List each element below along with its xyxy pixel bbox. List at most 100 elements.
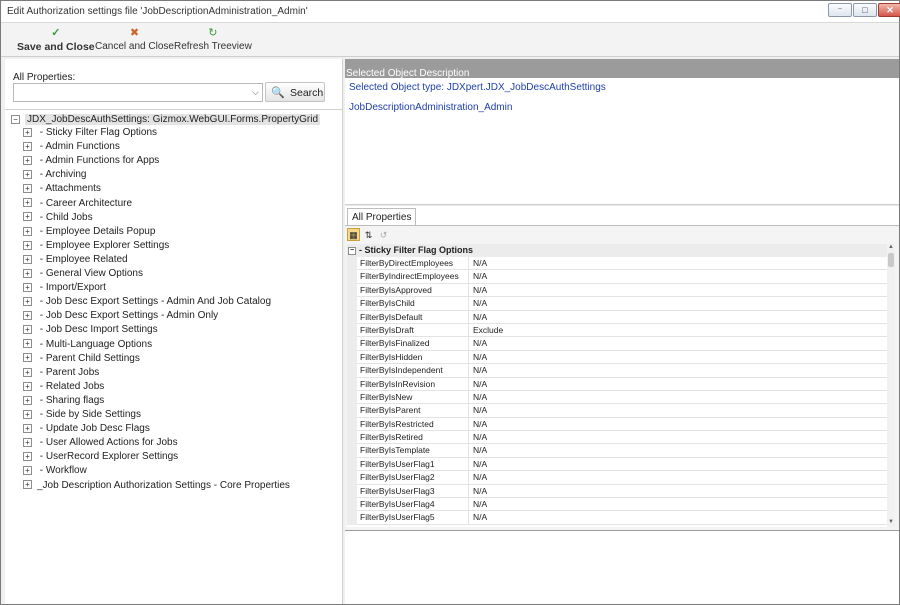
property-row[interactable]: FilterByIsUserFlag5 N/A <box>347 511 887 525</box>
tree-item[interactable]: + - Sharing flags <box>23 395 104 408</box>
expand-icon[interactable]: + <box>23 170 32 180</box>
all-properties-combo[interactable]: ⌵ <box>13 83 263 102</box>
property-row[interactable]: FilterByIsRetired N/A <box>347 431 887 445</box>
expand-icon[interactable]: + <box>23 226 32 236</box>
property-row[interactable]: FilterByIsFinalized N/A <box>347 337 887 351</box>
tree-item[interactable]: + - Career Architecture <box>23 198 132 211</box>
tab-all-properties[interactable]: All Properties <box>347 208 417 226</box>
property-value[interactable]: N/A <box>469 337 887 351</box>
property-value[interactable]: N/A <box>469 444 887 458</box>
tree-item[interactable]: + - Multi-Language Options <box>23 339 152 352</box>
property-row[interactable]: FilterByIsDefault N/A <box>347 310 887 324</box>
property-value[interactable]: N/A <box>469 257 887 271</box>
property-value[interactable]: Exclude <box>469 324 887 338</box>
expand-icon[interactable]: + <box>23 311 32 321</box>
property-row[interactable]: FilterByIsIndependent N/A <box>347 364 887 378</box>
close-button[interactable]: ✕ <box>878 3 900 17</box>
property-value[interactable]: N/A <box>469 364 887 378</box>
property-value[interactable]: N/A <box>469 378 887 391</box>
tree-item[interactable]: + - Job Desc Export Settings - Admin Onl… <box>23 310 218 323</box>
collapse-icon[interactable]: − <box>11 114 20 124</box>
property-value[interactable]: N/A <box>469 351 887 365</box>
tree-item[interactable]: + - Admin Functions <box>23 141 120 154</box>
cancel-and-close-button[interactable]: ✖ Cancel and Close <box>95 27 174 52</box>
property-value[interactable]: N/A <box>469 311 887 324</box>
property-value[interactable]: N/A <box>469 418 887 432</box>
scroll-thumb[interactable] <box>888 253 894 267</box>
expand-icon[interactable]: + <box>23 381 32 391</box>
tree-item[interactable]: + - Attachments <box>23 183 101 196</box>
property-row[interactable]: FilterByIsInRevision N/A <box>347 377 887 391</box>
property-row[interactable]: FilterByIsHidden N/A <box>347 350 887 365</box>
property-row[interactable]: FilterByIsRestricted N/A <box>347 417 887 432</box>
expand-icon[interactable]: + <box>23 141 32 151</box>
tree-item[interactable]: + - Parent Jobs <box>23 367 99 380</box>
expand-icon[interactable]: + <box>23 452 32 462</box>
expand-icon[interactable]: + <box>23 395 32 405</box>
expand-icon[interactable]: + <box>23 254 32 264</box>
expand-icon[interactable]: + <box>23 353 32 363</box>
tree-item[interactable]: + - Update Job Desc Flags <box>23 423 150 436</box>
tree-item[interactable]: + - UserRecord Explorer Settings <box>23 451 178 464</box>
tree-item[interactable]: + - General View Options <box>23 268 143 281</box>
category-row[interactable]: − - Sticky Filter Flag Options <box>347 244 887 257</box>
property-value[interactable]: N/A <box>469 511 887 525</box>
tree-item[interactable]: + _Job Description Authorization Settings… <box>23 480 290 493</box>
expand-icon[interactable]: + <box>23 297 32 307</box>
property-value[interactable]: N/A <box>469 458 887 472</box>
tree-item[interactable]: + - Admin Functions for Apps <box>23 155 159 168</box>
minimize-button[interactable]: ⁻ <box>828 3 852 17</box>
expand-icon[interactable]: + <box>23 423 32 433</box>
property-value[interactable]: N/A <box>469 270 887 284</box>
chevron-down-icon[interactable]: ⌵ <box>252 87 259 98</box>
expand-icon[interactable]: + <box>23 127 32 137</box>
scroll-up-icon[interactable]: ▲ <box>887 244 895 252</box>
property-row[interactable]: FilterByIsUserFlag2 N/A <box>347 471 887 485</box>
tree-item[interactable]: + - Job Desc Import Settings <box>23 324 158 337</box>
collapse-icon[interactable]: − <box>348 246 356 255</box>
expand-icon[interactable]: + <box>23 466 32 476</box>
refresh-treeview-button[interactable]: ↻ Refresh Treeview <box>174 27 252 52</box>
property-value[interactable]: N/A <box>469 498 887 512</box>
tree-item[interactable]: + - Employee Related <box>23 254 128 267</box>
tree-item[interactable]: + - Sticky Filter Flag Options <box>23 127 157 140</box>
property-row[interactable]: FilterByIndirectEmployees N/A <box>347 270 887 284</box>
tree-item[interactable]: + - Related Jobs <box>23 381 104 394</box>
search-button[interactable]: 🔍 Search <box>265 82 325 102</box>
expand-icon[interactable]: + <box>23 409 32 419</box>
expand-icon[interactable]: + <box>23 438 32 448</box>
splitter[interactable] <box>345 204 899 206</box>
property-row[interactable]: FilterByIsUserFlag3 N/A <box>347 484 887 499</box>
tree-item[interactable]: + - Employee Explorer Settings <box>23 240 169 253</box>
property-value[interactable]: N/A <box>469 391 887 405</box>
property-value[interactable]: N/A <box>469 431 887 445</box>
expand-icon[interactable]: + <box>23 156 32 166</box>
alphabetical-sort-icon[interactable]: ⇅ <box>362 228 375 241</box>
tree-item[interactable]: + - Employee Details Popup <box>23 226 155 239</box>
property-row[interactable]: FilterByIsTemplate N/A <box>347 444 887 458</box>
property-row[interactable]: FilterByDirectEmployees N/A <box>347 257 887 271</box>
expand-icon[interactable]: + <box>23 198 32 208</box>
tree-item[interactable]: + - Side by Side Settings <box>23 409 141 422</box>
tree-item[interactable]: + - Import/Export <box>23 282 106 295</box>
maximize-button[interactable]: □ <box>853 3 877 17</box>
tree-item[interactable]: + - Workflow <box>23 465 87 478</box>
property-value[interactable]: N/A <box>469 471 887 485</box>
property-row[interactable]: FilterByIsNew N/A <box>347 390 887 405</box>
tree-root[interactable]: − JDX_JobDescAuthSettings: Gizmox.WebGUI.… <box>11 113 321 126</box>
property-row[interactable]: FilterByIsChild N/A <box>347 297 887 311</box>
property-row[interactable]: FilterByIsUserFlag1 N/A <box>347 457 887 472</box>
property-row[interactable]: FilterByIsParent N/A <box>347 404 887 418</box>
expand-icon[interactable]: + <box>23 240 32 250</box>
property-row[interactable]: FilterByIsApproved N/A <box>347 283 887 298</box>
expand-icon[interactable]: + <box>23 325 32 335</box>
property-value[interactable]: N/A <box>469 404 887 418</box>
expand-icon[interactable]: + <box>23 339 32 349</box>
expand-icon[interactable]: + <box>23 480 32 490</box>
expand-icon[interactable]: + <box>23 212 32 222</box>
property-value[interactable]: N/A <box>469 297 887 311</box>
tree-item[interactable]: + - Child Jobs <box>23 212 93 225</box>
categorized-icon[interactable]: ▦ <box>347 228 360 241</box>
property-pages-icon[interactable]: ↺ <box>377 228 390 241</box>
property-row[interactable]: FilterByIsUserFlag4 N/A <box>347 498 887 512</box>
